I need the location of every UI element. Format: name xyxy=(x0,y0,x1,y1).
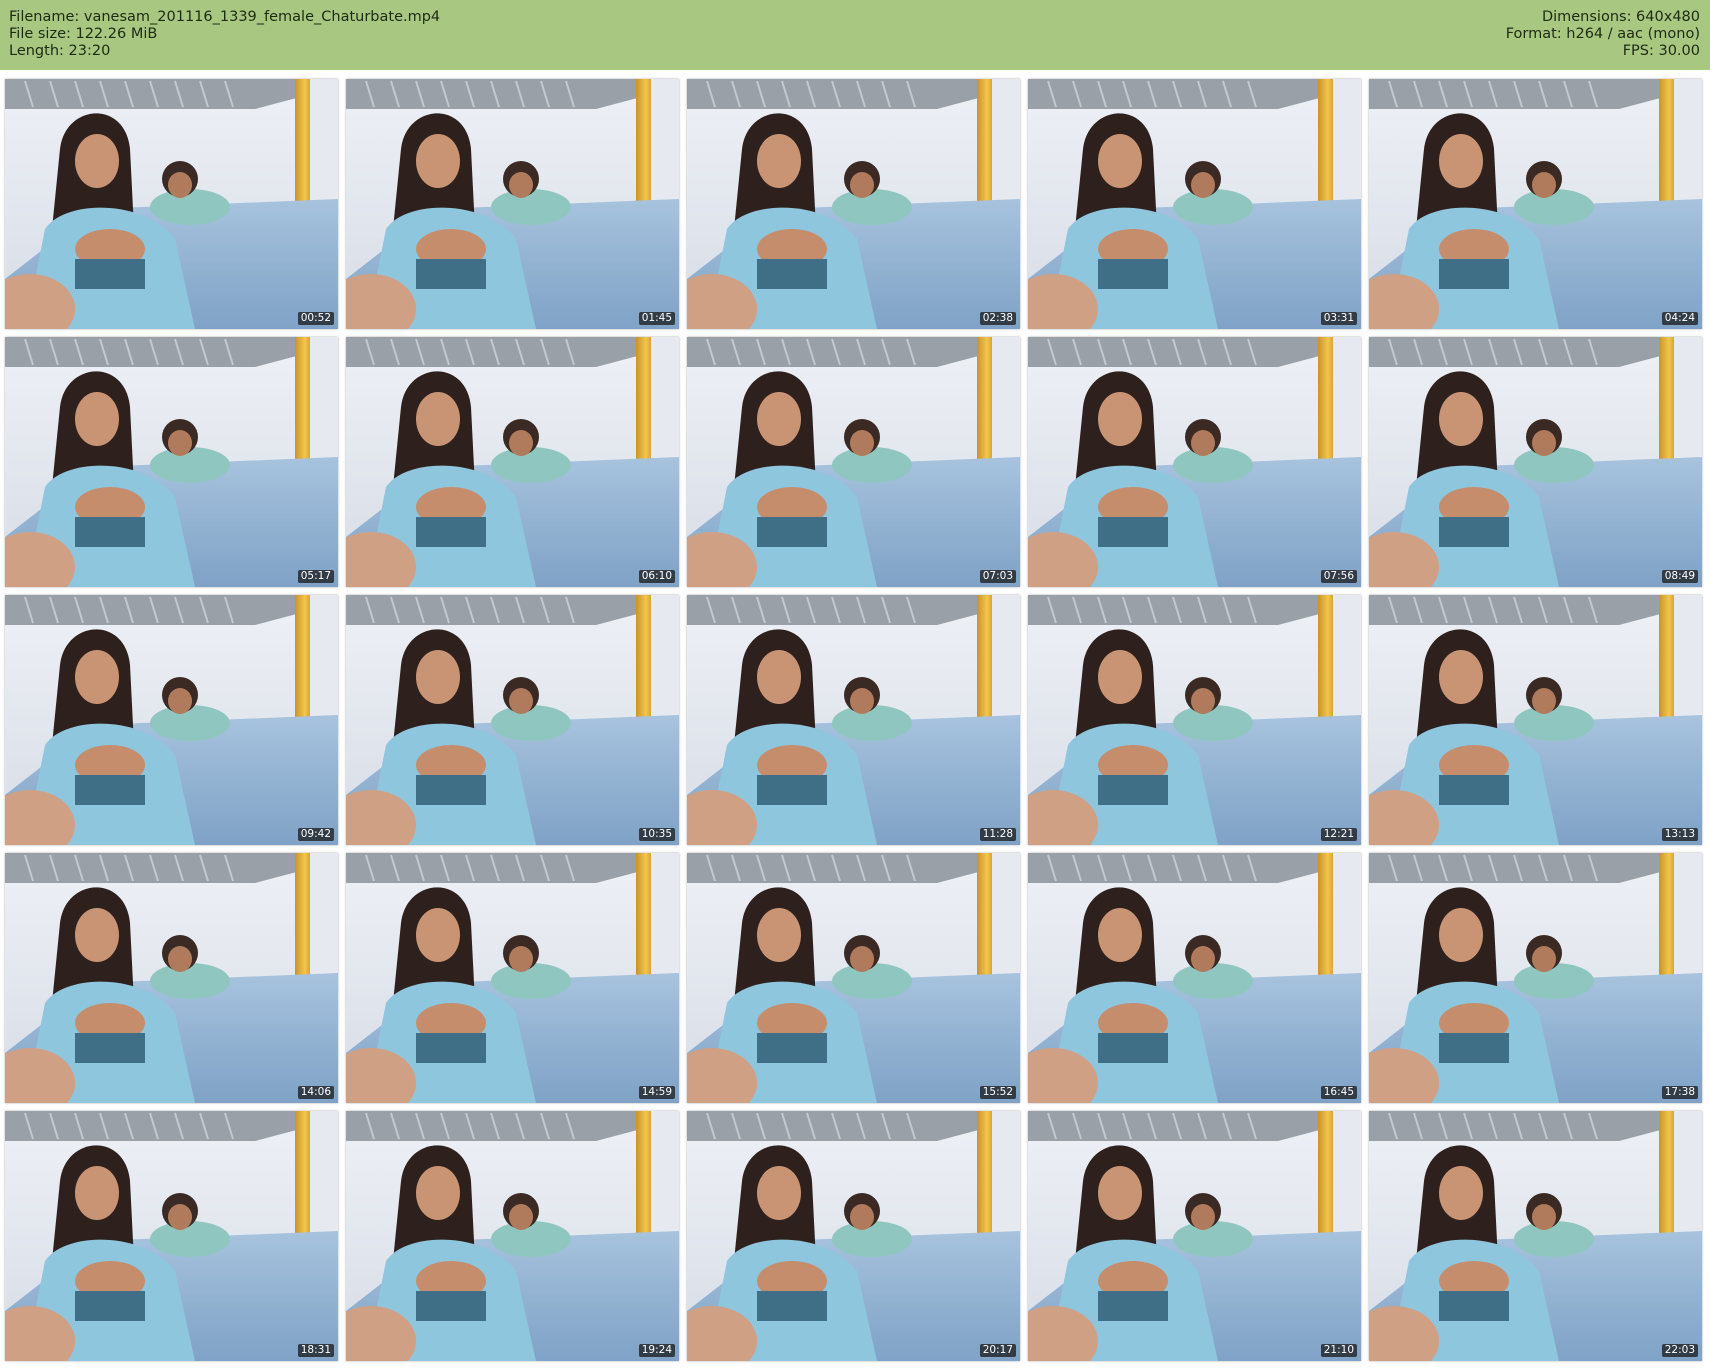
thumbnail-frame-image xyxy=(1369,853,1702,1103)
video-thumbnail: 06:10 xyxy=(346,337,679,587)
timestamp-label: 17:38 xyxy=(1661,1086,1698,1099)
fps-text: FPS: 30.00 xyxy=(1622,43,1700,59)
video-thumbnail: 00:52 xyxy=(5,79,338,329)
thumbnail-frame-image xyxy=(1369,595,1702,845)
timestamp-label: 22:03 xyxy=(1661,1344,1698,1357)
thumbnail-frame-image xyxy=(687,79,1020,329)
timestamp-label: 14:59 xyxy=(638,1086,675,1099)
thumbnail-frame-image xyxy=(5,1111,338,1361)
video-thumbnail: 21:10 xyxy=(1028,1111,1361,1361)
video-thumbnail: 14:06 xyxy=(5,853,338,1103)
timestamp-label: 07:03 xyxy=(979,570,1016,583)
length-text: Length: 23:20 xyxy=(9,43,111,59)
timestamp-label: 15:52 xyxy=(979,1086,1016,1099)
timestamp-label: 11:28 xyxy=(979,828,1016,841)
timestamp-label: 04:24 xyxy=(1661,312,1698,325)
video-thumbnail: 18:31 xyxy=(5,1111,338,1361)
thumbnail-frame-image xyxy=(1369,337,1702,587)
video-thumbnail: 12:21 xyxy=(1028,595,1361,845)
video-thumbnail: 15:52 xyxy=(687,853,1020,1103)
thumbnail-frame-image xyxy=(346,337,679,587)
timestamp-label: 00:52 xyxy=(297,312,334,325)
video-thumbnail: 09:42 xyxy=(5,595,338,845)
filesize-text: File size: 122.26 MiB xyxy=(9,26,158,42)
video-thumbnail: 16:45 xyxy=(1028,853,1361,1103)
timestamp-label: 16:45 xyxy=(1320,1086,1357,1099)
video-thumbnail: 11:28 xyxy=(687,595,1020,845)
thumbnail-frame-image xyxy=(346,1111,679,1361)
thumbnail-frame-image xyxy=(1028,337,1361,587)
video-thumbnail: 20:17 xyxy=(687,1111,1020,1361)
video-thumbnail: 22:03 xyxy=(1369,1111,1702,1361)
timestamp-label: 20:17 xyxy=(979,1344,1016,1357)
thumbnail-frame-image xyxy=(5,853,338,1103)
thumbnail-frame-image xyxy=(346,79,679,329)
timestamp-label: 02:38 xyxy=(979,312,1016,325)
thumbnail-frame-image xyxy=(5,337,338,587)
video-thumbnail: 17:38 xyxy=(1369,853,1702,1103)
video-thumbnail: 13:13 xyxy=(1369,595,1702,845)
timestamp-label: 06:10 xyxy=(638,570,675,583)
timestamp-label: 13:13 xyxy=(1661,828,1698,841)
thumbnail-frame-image xyxy=(346,595,679,845)
thumbnail-frame-image xyxy=(1028,1111,1361,1361)
filename-text: Filename: vanesam_201116_1339_female_Cha… xyxy=(9,9,441,25)
thumbnail-frame-image xyxy=(346,853,679,1103)
video-thumbnail: 10:35 xyxy=(346,595,679,845)
thumbnail-frame-image xyxy=(1028,79,1361,329)
video-thumbnail: 05:17 xyxy=(5,337,338,587)
thumbnail-frame-image xyxy=(687,1111,1020,1361)
video-thumbnail: 04:24 xyxy=(1369,79,1702,329)
info-header: Filename: vanesam_201116_1339_female_Cha… xyxy=(0,0,1710,70)
thumbnail-frame-image xyxy=(687,595,1020,845)
video-thumbnail: 08:49 xyxy=(1369,337,1702,587)
timestamp-label: 12:21 xyxy=(1320,828,1357,841)
thumbnail-frame-image xyxy=(5,79,338,329)
timestamp-label: 08:49 xyxy=(1661,570,1698,583)
timestamp-label: 10:35 xyxy=(638,828,675,841)
thumbnail-frame-image xyxy=(1028,595,1361,845)
timestamp-label: 07:56 xyxy=(1320,570,1357,583)
video-thumbnail: 19:24 xyxy=(346,1111,679,1361)
thumbnail-frame-image xyxy=(687,337,1020,587)
timestamp-label: 21:10 xyxy=(1320,1344,1357,1357)
timestamp-label: 18:31 xyxy=(297,1344,334,1357)
video-thumbnail: 01:45 xyxy=(346,79,679,329)
stream-info: Dimensions: 640x480 Format: h264 / aac (… xyxy=(1506,9,1700,60)
thumbnail-frame-image xyxy=(1369,79,1702,329)
video-thumbnail: 02:38 xyxy=(687,79,1020,329)
thumbnail-frame-image xyxy=(687,853,1020,1103)
thumbnail-frame-image xyxy=(5,595,338,845)
timestamp-label: 01:45 xyxy=(638,312,675,325)
format-text: Format: h264 / aac (mono) xyxy=(1505,26,1700,42)
video-thumbnail: 14:59 xyxy=(346,853,679,1103)
dimensions-text: Dimensions: 640x480 xyxy=(1541,9,1700,25)
timestamp-label: 19:24 xyxy=(638,1344,675,1357)
video-thumbnail: 07:03 xyxy=(687,337,1020,587)
file-info: Filename: vanesam_201116_1339_female_Cha… xyxy=(9,9,440,60)
video-thumbnail: 03:31 xyxy=(1028,79,1361,329)
timestamp-label: 05:17 xyxy=(297,570,334,583)
thumbnail-frame-image xyxy=(1028,853,1361,1103)
thumbnail-frame-image xyxy=(1369,1111,1702,1361)
timestamp-label: 03:31 xyxy=(1320,312,1357,325)
timestamp-label: 14:06 xyxy=(297,1086,334,1099)
timestamp-label: 09:42 xyxy=(297,828,334,841)
thumbnail-grid: 00:52 01:45 02:38 03:31 04:24 05:17 06:1… xyxy=(0,70,1710,1370)
video-thumbnail: 07:56 xyxy=(1028,337,1361,587)
